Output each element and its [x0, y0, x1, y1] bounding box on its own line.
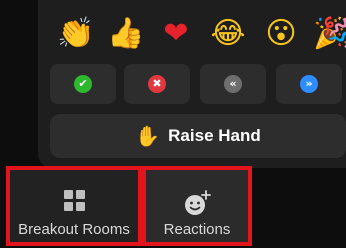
no-button[interactable]: ✖	[124, 64, 190, 104]
raise-hand-label: Raise Hand	[168, 126, 261, 145]
yes-check-icon: ✔	[74, 75, 92, 93]
reactions-button[interactable]: Reactions	[142, 166, 252, 246]
party-popper-icon[interactable]: 🎉	[312, 14, 346, 54]
slow-down-icon: «	[224, 75, 242, 93]
red-heart-icon[interactable]: ❤	[156, 14, 196, 54]
speed-up-icon: »	[300, 75, 318, 93]
slow-down-button[interactable]: «	[200, 64, 266, 104]
surprised-face-icon[interactable]: 😮	[261, 14, 301, 54]
breakout-rooms-button[interactable]: Breakout Rooms	[6, 166, 142, 246]
speed-up-button[interactable]: »	[276, 64, 342, 104]
grid-icon	[64, 190, 86, 212]
emoji-reactions-row: 👏 👍 ❤ 😂 😮 🎉	[56, 14, 346, 54]
add-reaction-icon	[185, 190, 211, 215]
reactions-label: Reactions	[163, 221, 231, 238]
thumbs-up-icon[interactable]: 👍	[106, 14, 146, 54]
raise-hand-button[interactable]: ✋ Raise Hand	[50, 114, 346, 158]
tears-of-joy-icon[interactable]: 😂	[208, 14, 248, 54]
clapping-hands-icon[interactable]: 👏	[56, 14, 96, 54]
feedback-buttons-row: ✔ ✖ « »	[0, 64, 346, 104]
breakout-rooms-label: Breakout Rooms	[18, 221, 130, 238]
no-x-icon: ✖	[148, 75, 166, 93]
yes-button[interactable]: ✔	[50, 64, 116, 104]
zoom-reactions-screen: 👏 👍 ❤ 😂 😮 🎉 ✔ ✖ « » ✋ Raise Hand Breakou	[0, 0, 346, 248]
raised-hand-icon: ✋	[135, 124, 161, 148]
